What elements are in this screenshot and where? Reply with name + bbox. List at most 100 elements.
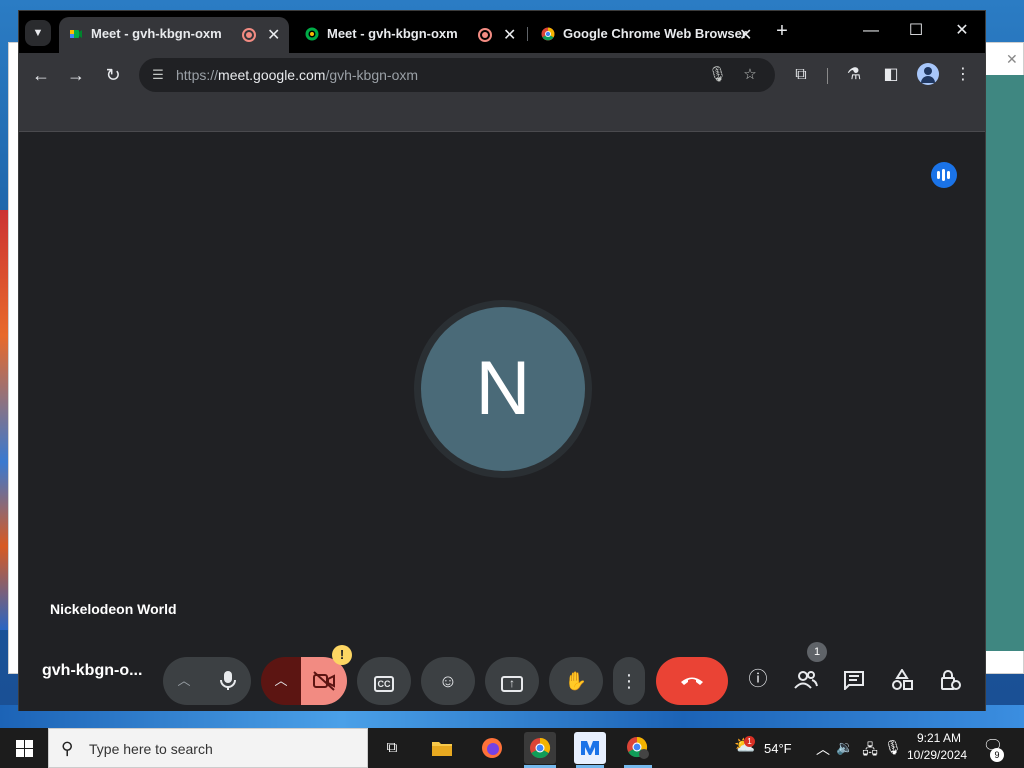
meeting-info-icon[interactable]: ⓘ: [745, 667, 771, 693]
chrome-taskbar-icon[interactable]: [524, 732, 556, 764]
toolbar-separator: [827, 68, 828, 84]
url-text[interactable]: https://meet.google.com/gvh-kbgn-oxm: [176, 67, 418, 83]
captions-button[interactable]: CC: [357, 657, 411, 705]
close-tab-icon[interactable]: ✕: [739, 25, 752, 45]
maximize-button[interactable]: ☐: [894, 19, 938, 43]
hand-icon: ✋: [564, 671, 588, 691]
new-tab-button[interactable]: +: [771, 20, 793, 42]
clock-date[interactable]: 10/29/2024: [907, 748, 967, 762]
more-options-button[interactable]: ⋮: [613, 657, 645, 705]
google-meet-icon: [305, 27, 319, 41]
url-path: /gvh-kbgn-oxm: [325, 67, 419, 83]
meeting-controls: gvh-kbgn-o... ︿ ︿ ! CC ☺ ↑ ✋ ⋮ ⓘ 1: [19, 642, 985, 711]
pinned-app-icon[interactable]: [574, 732, 606, 764]
audio-indicator-icon: [931, 162, 957, 188]
chevron-down-icon: ▼: [32, 27, 44, 39]
tab-title: Meet - gvh-kbgn-oxm: [91, 26, 222, 41]
profile-avatar-icon[interactable]: [917, 63, 939, 85]
chrome-profile-taskbar-icon[interactable]: [622, 732, 654, 764]
background-close-icon[interactable]: ✕: [1006, 52, 1020, 66]
window-close-button[interactable]: ✕: [940, 19, 984, 43]
activities-icon[interactable]: [889, 667, 915, 693]
recording-icon: [242, 28, 256, 42]
clock-time[interactable]: 9:21 AM: [916, 731, 962, 745]
start-button[interactable]: [0, 728, 48, 768]
tab-chrome[interactable]: Google Chrome Web Browser ✕: [531, 17, 761, 53]
camera-warning-badge: !: [332, 645, 352, 665]
reactions-button[interactable]: ☺: [421, 657, 475, 705]
search-placeholder: Type here to search: [89, 741, 213, 757]
lock-person-icon: [941, 670, 961, 690]
search-icon: ⚲: [61, 739, 74, 758]
more-vertical-icon: ⋮: [620, 671, 638, 691]
microphone-icon[interactable]: 🎙: [708, 66, 727, 84]
host-controls-lock-icon[interactable]: [937, 667, 963, 693]
chrome-window: ▼ Meet - gvh-kbgn-oxm ✕ Meet - gvh-kbgn-…: [18, 10, 986, 711]
participant-name: Nickelodeon World: [50, 601, 177, 617]
file-explorer-icon[interactable]: [426, 732, 458, 764]
raise-hand-button[interactable]: ✋: [549, 657, 603, 705]
avatar-letter: N: [421, 307, 585, 471]
activities-shapes-icon: [892, 668, 913, 690]
notification-count-badge: 9: [990, 748, 1004, 762]
forward-button[interactable]: →: [64, 63, 88, 87]
audio-options-button[interactable]: ︿: [163, 657, 205, 705]
video-options-button[interactable]: ︿: [261, 657, 301, 705]
extensions-icon[interactable]: ⧉: [790, 64, 812, 86]
tab-title: Meet - gvh-kbgn-oxm: [327, 26, 458, 41]
microphone-icon: [220, 671, 236, 690]
end-call-icon: [681, 677, 703, 685]
participant-avatar: N: [414, 300, 592, 478]
microphone-in-use-icon[interactable]: 🎙: [884, 739, 902, 756]
tab-title: Google Chrome Web Browser: [563, 26, 747, 41]
browser-toolbar: ← → ↻ ☰ https://meet.google.com/gvh-kbgn…: [19, 53, 985, 97]
emoji-icon: ☺: [438, 671, 458, 691]
task-view-icon[interactable]: ⧉: [376, 732, 408, 764]
chevron-up-icon: ︿: [274, 673, 288, 688]
url-scheme: https://: [176, 67, 219, 83]
url-host: meet.google.com: [218, 67, 326, 83]
more-menu-icon[interactable]: ⋮: [952, 64, 974, 86]
reload-button[interactable]: ↻: [101, 63, 125, 87]
people-count-badge: 1: [807, 642, 827, 662]
desktop-wallpaper-strip: [0, 210, 8, 630]
firefox-icon[interactable]: [476, 732, 508, 764]
recording-icon: [478, 28, 492, 42]
tab-search-button[interactable]: ▼: [25, 20, 51, 46]
address-bar[interactable]: ☰ https://meet.google.com/gvh-kbgn-oxm 🎙…: [139, 58, 775, 92]
meet-page: N Nickelodeon World gvh-kbgn-o... ︿ ︿ ! …: [19, 132, 985, 711]
leave-call-button[interactable]: [656, 657, 728, 705]
side-panel-icon[interactable]: ◧: [880, 64, 902, 86]
background-window-panel: [986, 75, 1024, 651]
tab-meet-1[interactable]: Meet - gvh-kbgn-oxm ✕: [59, 17, 289, 53]
microphone-button[interactable]: [205, 657, 251, 705]
bookmarks-bar: [19, 97, 985, 132]
close-tab-icon[interactable]: ✕: [267, 25, 280, 45]
tab-separator: [527, 27, 528, 41]
camera-off-icon: [313, 671, 335, 691]
taskbar: ⚲ Type here to search ⧉ ⛅ 1 54°F ︿ 🔉 🖧 🎙…: [0, 728, 1024, 768]
tab-meet-2[interactable]: Meet - gvh-kbgn-oxm ✕: [295, 17, 525, 53]
meeting-code: gvh-kbgn-o...: [42, 662, 143, 679]
show-hidden-icons-icon[interactable]: ︿: [814, 739, 832, 759]
people-icon-svg: [794, 671, 818, 689]
taskbar-search-box[interactable]: ⚲ Type here to search: [48, 728, 368, 768]
captions-icon: CC: [374, 676, 394, 692]
chat-bubble-icon: [844, 671, 864, 692]
bookmark-star-icon[interactable]: ☆: [741, 66, 759, 84]
labs-flask-icon[interactable]: ⚗: [843, 64, 865, 86]
back-button[interactable]: ←: [29, 63, 53, 87]
site-info-icon[interactable]: ☰: [149, 66, 167, 84]
chrome-icon: [541, 27, 555, 41]
chevron-up-icon: ︿: [177, 673, 191, 688]
minimize-button[interactable]: —: [849, 19, 893, 43]
close-tab-icon[interactable]: ✕: [503, 25, 516, 45]
network-icon[interactable]: 🖧: [861, 739, 879, 763]
google-meet-icon: [70, 30, 82, 38]
chat-icon[interactable]: [841, 667, 867, 693]
tab-strip: ▼ Meet - gvh-kbgn-oxm ✕ Meet - gvh-kbgn-…: [19, 11, 985, 53]
people-icon[interactable]: [793, 667, 819, 693]
present-screen-button[interactable]: ↑: [485, 657, 539, 705]
weather-temperature[interactable]: 54°F: [764, 741, 792, 756]
volume-icon[interactable]: 🔉: [836, 739, 854, 756]
